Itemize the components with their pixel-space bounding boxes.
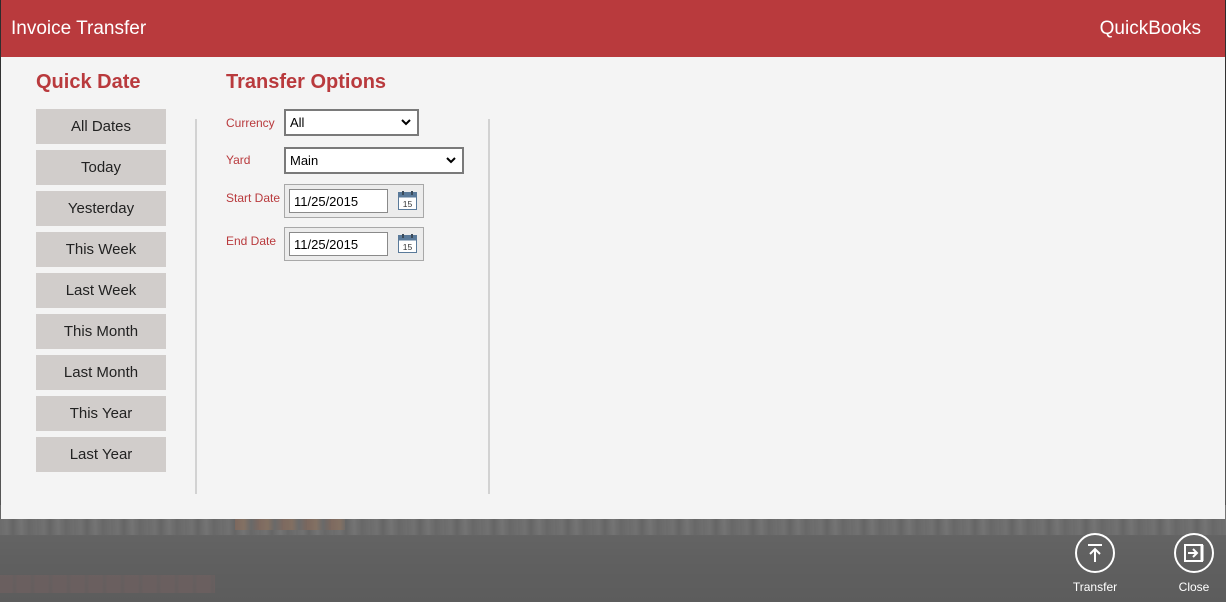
quick-date-this-week-button[interactable]: This Week xyxy=(36,232,166,267)
close-icon xyxy=(1174,533,1214,573)
end-date-input[interactable]: 11/25/2015 xyxy=(289,232,388,256)
end-date-picker: 11/25/2015 15 xyxy=(284,227,424,261)
quick-date-this-month-button[interactable]: This Month xyxy=(36,314,166,349)
close-label: Close xyxy=(1178,580,1210,594)
yard-select[interactable]: Main xyxy=(284,147,464,174)
transfer-icon xyxy=(1075,533,1115,573)
start-date-label: Start Date xyxy=(226,191,281,205)
quick-date-last-year-button[interactable]: Last Year xyxy=(36,437,166,472)
title-bar: Invoice Transfer QuickBooks xyxy=(1,0,1225,57)
close-button[interactable]: Close xyxy=(1154,533,1226,599)
app-bar: Transfer Close xyxy=(0,519,1226,602)
transfer-button[interactable]: Transfer xyxy=(1055,533,1135,599)
chevron-down-icon xyxy=(446,157,456,164)
currency-select[interactable]: All xyxy=(284,109,419,136)
invoice-transfer-dialog: Invoice Transfer QuickBooks Quick Date A… xyxy=(1,0,1225,519)
currency-label: Currency xyxy=(226,116,275,130)
calendar-day-text: 15 xyxy=(403,199,413,209)
start-date-picker: 11/25/2015 15 xyxy=(284,184,424,218)
quick-date-last-week-button[interactable]: Last Week xyxy=(36,273,166,308)
quick-date-last-month-button[interactable]: Last Month xyxy=(36,355,166,390)
window-title: Invoice Transfer xyxy=(11,18,147,39)
quick-date-today-button[interactable]: Today xyxy=(36,150,166,185)
quick-date-all-dates-button[interactable]: All Dates xyxy=(36,109,166,144)
calendar-icon[interactable]: 15 xyxy=(398,191,417,210)
quick-date-this-year-button[interactable]: This Year xyxy=(36,396,166,431)
divider-left xyxy=(195,119,197,494)
calendar-icon[interactable]: 15 xyxy=(398,234,417,253)
end-date-label: End Date xyxy=(226,234,277,248)
yard-value: Main xyxy=(290,153,319,168)
start-date-input[interactable]: 11/25/2015 xyxy=(289,189,388,213)
transfer-options-heading: Transfer Options xyxy=(226,71,387,93)
chevron-down-icon xyxy=(401,119,411,126)
yard-label: Yard xyxy=(226,153,251,167)
quick-date-heading: Quick Date xyxy=(36,71,141,93)
divider-right xyxy=(488,119,490,494)
quick-date-yesterday-button[interactable]: Yesterday xyxy=(36,191,166,226)
brand-label: QuickBooks xyxy=(1099,18,1201,39)
calendar-day-text: 15 xyxy=(403,242,413,252)
currency-value: All xyxy=(290,115,305,130)
transfer-label: Transfer xyxy=(1072,580,1118,594)
